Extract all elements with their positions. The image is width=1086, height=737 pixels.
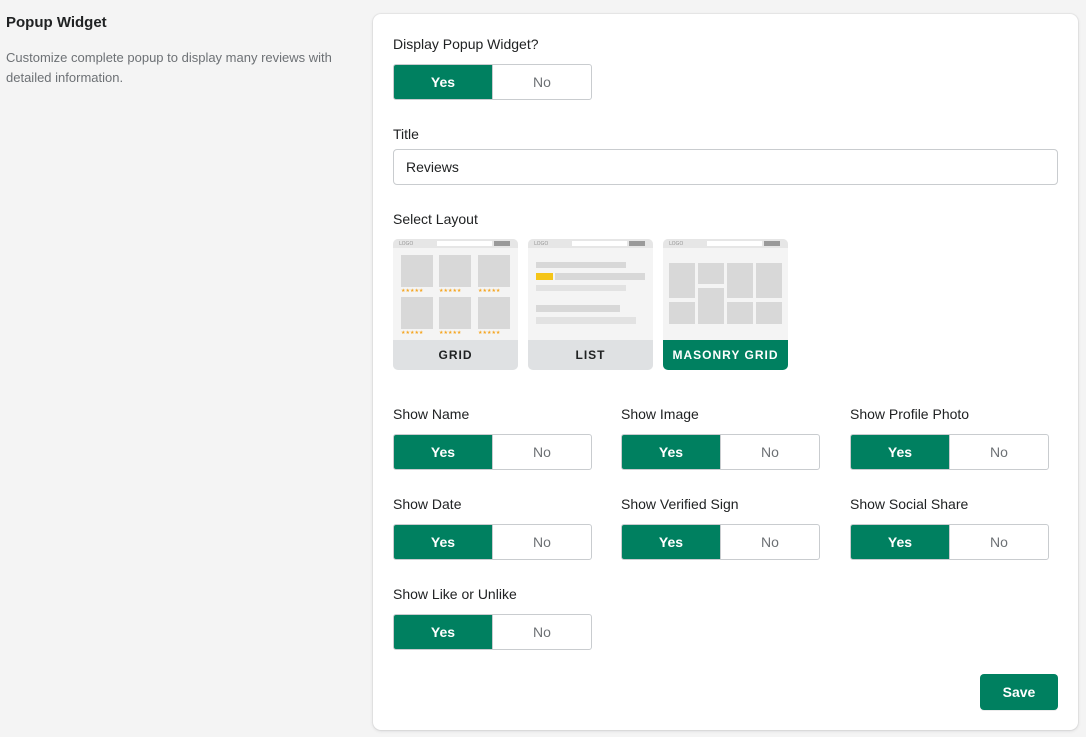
show-like-unlike-label: Show Like or Unlike [393,586,517,602]
show-image-yes-button[interactable]: Yes [622,435,720,469]
layout-option-grid[interactable]: LOGO ★★★★★ ★★★★★ ★★★★★ ★★★★★ ★★★★★ ★★★★★… [393,239,518,370]
section-description: Customize complete popup to display many… [6,50,332,85]
display-popup-label: Display Popup Widget? [393,36,539,52]
show-like-unlike-no-button[interactable]: No [492,615,591,649]
show-date-label: Show Date [393,496,462,512]
section-title: Popup Widget [6,14,107,31]
preview-logo: LOGO [399,241,414,247]
show-image-toggle: Yes No [621,434,820,470]
show-profile-photo-label: Show Profile Photo [850,406,970,422]
show-name-yes-button[interactable]: Yes [394,435,492,469]
show-social-share-toggle: Yes No [850,524,1049,560]
title-label: Title [393,126,419,142]
show-like-unlike-toggle: Yes No [393,614,592,650]
show-verified-sign-label: Show Verified Sign [621,496,739,512]
list-layout-preview: LOGO [528,239,653,340]
show-image-no-button[interactable]: No [720,435,819,469]
layout-option-list[interactable]: LOGO LIST [528,239,653,370]
show-verified-sign-toggle: Yes No [621,524,820,560]
preview-logo: LOGO [534,241,549,247]
layout-caption-list: LIST [528,340,653,370]
layout-caption-masonry-grid: MASONRY GRID [663,340,788,370]
display-popup-yes-button[interactable]: Yes [394,65,492,99]
title-input[interactable] [393,149,1058,185]
show-image-label: Show Image [621,406,699,422]
masonry-layout-preview: LOGO [663,239,788,340]
show-profile-photo-yes-button[interactable]: Yes [851,435,949,469]
settings-card: Display Popup Widget? Yes No Title Selec… [373,14,1078,730]
show-social-share-yes-button[interactable]: Yes [851,525,949,559]
show-social-share-no-button[interactable]: No [949,525,1048,559]
preview-logo: LOGO [669,241,684,247]
show-profile-photo-no-button[interactable]: No [949,435,1048,469]
display-popup-no-button[interactable]: No [492,65,591,99]
show-name-toggle: Yes No [393,434,592,470]
show-name-no-button[interactable]: No [492,435,591,469]
layout-label: Select Layout [393,211,478,227]
show-date-no-button[interactable]: No [492,525,591,559]
show-name-label: Show Name [393,406,470,422]
show-verified-sign-no-button[interactable]: No [720,525,819,559]
show-verified-sign-yes-button[interactable]: Yes [622,525,720,559]
save-button[interactable]: Save [980,674,1058,710]
show-like-unlike-yes-button[interactable]: Yes [394,615,492,649]
display-popup-toggle: Yes No [393,64,592,100]
section-info: Popup Widget Customize complete popup to… [6,14,346,88]
layout-caption-grid: GRID [393,340,518,370]
show-date-toggle: Yes No [393,524,592,560]
show-profile-photo-toggle: Yes No [850,434,1049,470]
grid-layout-preview: LOGO ★★★★★ ★★★★★ ★★★★★ ★★★★★ ★★★★★ ★★★★★ [393,239,518,340]
show-date-yes-button[interactable]: Yes [394,525,492,559]
show-social-share-label: Show Social Share [850,496,969,512]
layout-option-masonry-grid[interactable]: LOGO MASONRY GRID [663,239,788,370]
